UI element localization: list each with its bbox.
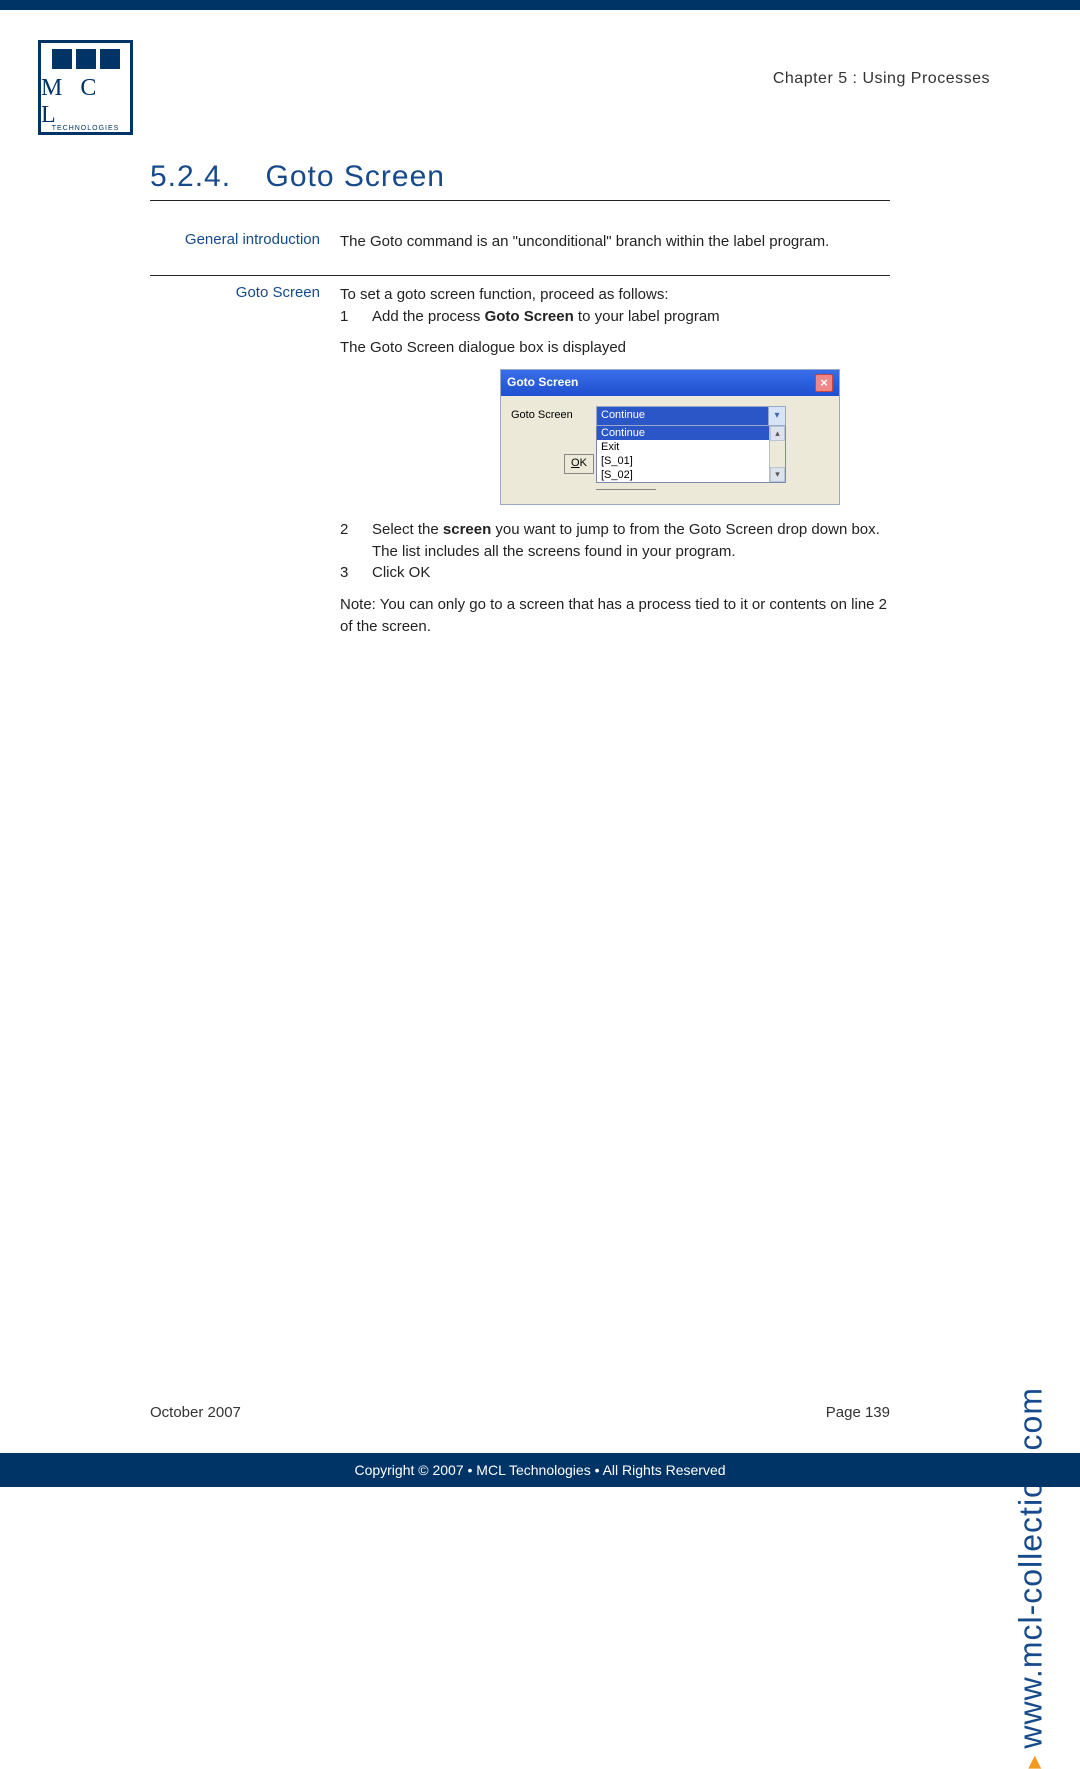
goto-screen-dialog: Goto Screen × Goto Screen Continue ▾ Con…: [500, 369, 840, 505]
chapter-header: Chapter 5 : Using Processes: [773, 70, 990, 88]
bullet-icon: ▸: [1018, 1755, 1049, 1769]
logo-wave: [51, 71, 121, 77]
top-accent-bar: [0, 0, 1080, 10]
section-heading-row: 5.2.4. Goto Screen: [150, 160, 890, 201]
step-1-text-c: to your label program: [574, 308, 720, 325]
main-content: 5.2.4. Goto Screen General introduction …: [150, 160, 890, 660]
step-1-text-a: Add the process: [372, 308, 485, 325]
step-2-text: Select the screen you want to jump to fr…: [372, 519, 890, 563]
dialog-field-label: Goto Screen: [511, 406, 586, 424]
intro-text: The Goto command is an "unconditional" b…: [340, 231, 890, 253]
step-2-num: 2: [340, 519, 354, 563]
step-1-text-b: Goto Screen: [485, 308, 574, 325]
dialog-intro-line: The Goto Screen dialogue box is displaye…: [340, 337, 890, 359]
goto-screen-combo[interactable]: Continue ▾ Continue Exit [S_01] [S_02] ▴: [596, 406, 829, 490]
copyright-bar: Copyright © 2007 • MCL Technologies • Al…: [0, 1453, 1080, 1487]
dialog-separator: [596, 489, 656, 490]
logo-squares: [52, 49, 120, 69]
procedure-block: Goto Screen To set a goto screen functio…: [150, 275, 890, 646]
section-title: Goto Screen: [266, 160, 445, 193]
section-number: 5.2.4.: [150, 160, 231, 193]
dialog-titlebar: Goto Screen ×: [501, 370, 839, 396]
intro-block: General introduction The Goto command is…: [150, 223, 890, 261]
footer-page: Page 139: [826, 1404, 890, 1421]
dialog-body: Goto Screen Continue ▾ Continue Exit [S_…: [501, 396, 839, 504]
close-icon[interactable]: ×: [815, 374, 833, 392]
procedure-lead: To set a goto screen function, proceed a…: [340, 284, 890, 306]
intro-label: General introduction: [150, 231, 340, 253]
step-1-num: 1: [340, 306, 354, 328]
logo-letters: M C L: [41, 75, 130, 129]
ok-button[interactable]: OK: [564, 454, 594, 474]
combo-dropdown[interactable]: Continue Exit [S_01] [S_02] ▴ ▾: [596, 426, 786, 483]
step-2-text-b: screen: [443, 521, 491, 538]
combo-option[interactable]: [S_01]: [597, 454, 785, 468]
step-1-text: Add the process Goto Screen to your labe…: [372, 306, 890, 328]
scroll-down-icon[interactable]: ▾: [770, 467, 785, 482]
mcl-logo: M C L TECHNOLOGIES: [38, 40, 133, 135]
dialog-title-text: Goto Screen: [507, 374, 578, 391]
combo-selected[interactable]: Continue: [596, 406, 768, 426]
dropdown-scrollbar[interactable]: ▴ ▾: [769, 426, 785, 482]
step-2: 2 Select the screen you want to jump to …: [340, 519, 890, 563]
logo-subtext: TECHNOLOGIES: [52, 125, 120, 132]
step-3: 3 Click OK: [340, 562, 890, 584]
side-url: ▸ www.mcl-collection.com: [1013, 1387, 1050, 1769]
combo-option[interactable]: [S_02]: [597, 468, 785, 482]
scroll-up-icon[interactable]: ▴: [770, 426, 785, 441]
procedure-label: Goto Screen: [150, 284, 340, 638]
procedure-body: To set a goto screen function, proceed a…: [340, 284, 890, 638]
footer-date: October 2007: [150, 1404, 241, 1421]
combo-option[interactable]: Exit: [597, 440, 785, 454]
step-2-text-a: Select the: [372, 521, 443, 538]
chevron-down-icon[interactable]: ▾: [768, 406, 786, 426]
footer-line: October 2007 Page 139: [150, 1404, 890, 1421]
note-text: Note: You can only go to a screen that h…: [340, 594, 890, 638]
combo-option[interactable]: Continue: [597, 426, 785, 440]
step-3-text: Click OK: [372, 562, 890, 584]
side-url-text: www.mcl-collection.com: [1013, 1387, 1049, 1749]
step-3-num: 3: [340, 562, 354, 584]
step-1: 1 Add the process Goto Screen to your la…: [340, 306, 890, 328]
